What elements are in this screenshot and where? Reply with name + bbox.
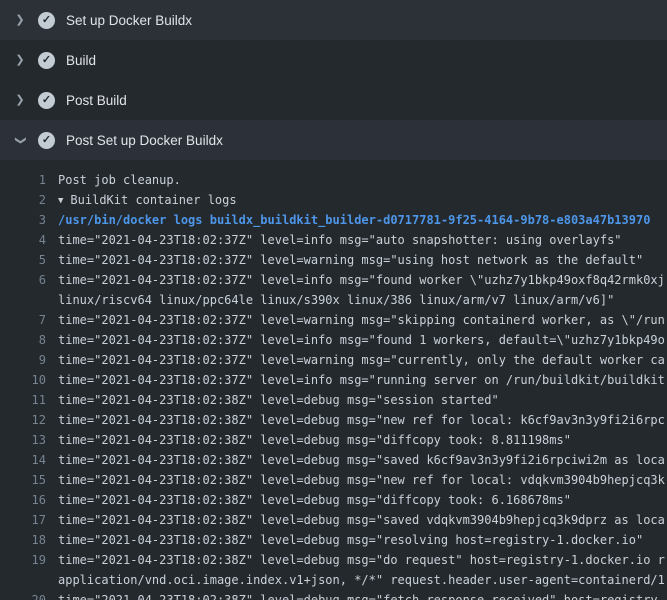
log-text: time="2021-04-23T18:02:38Z" level=debug … bbox=[58, 430, 667, 450]
line-number bbox=[0, 290, 58, 310]
line-number[interactable]: 8 bbox=[0, 330, 58, 350]
log-group-label: BuildKit container logs bbox=[70, 193, 236, 207]
log-text: time="2021-04-23T18:02:37Z" level=info m… bbox=[58, 270, 667, 290]
line-number[interactable]: 4 bbox=[0, 230, 58, 250]
log-text: time="2021-04-23T18:02:37Z" level=warnin… bbox=[58, 310, 667, 330]
success-check-circle-icon: ✓ bbox=[38, 92, 55, 109]
steps-list: ❯ ✓ Set up Docker Buildx ❯ ✓ Build ❯ ✓ Post Buil… bbox=[0, 0, 667, 160]
log-text: time="2021-04-23T18:02:37Z" level=info m… bbox=[58, 330, 667, 350]
line-number[interactable]: 17 bbox=[0, 510, 58, 530]
log-command-text: /usr/bin/docker logs buildx_buildkit_bui… bbox=[58, 210, 667, 230]
log-line: 3/usr/bin/docker logs buildx_buildkit_bu… bbox=[0, 210, 667, 230]
log-text: time="2021-04-23T18:02:38Z" level=debug … bbox=[58, 510, 667, 530]
line-number[interactable]: 16 bbox=[0, 490, 58, 510]
log-line: 2▼ BuildKit container logs bbox=[0, 190, 667, 210]
log-line: 1Post job cleanup. bbox=[0, 170, 667, 190]
log-line: 14time="2021-04-23T18:02:38Z" level=debu… bbox=[0, 450, 667, 470]
line-number[interactable]: 1 bbox=[0, 170, 58, 190]
log-text: time="2021-04-23T18:02:38Z" level=debug … bbox=[58, 390, 667, 410]
log-text: time="2021-04-23T18:02:37Z" level=info m… bbox=[58, 370, 667, 390]
chevron-right-icon: ❯ bbox=[13, 15, 27, 26]
log-text: time="2021-04-23T18:02:38Z" level=debug … bbox=[58, 490, 667, 510]
log-text: time="2021-04-23T18:02:38Z" level=debug … bbox=[58, 550, 667, 570]
line-number[interactable]: 11 bbox=[0, 390, 58, 410]
step-header-set-up-docker-buildx[interactable]: ❯ ✓ Set up Docker Buildx bbox=[0, 0, 667, 40]
line-number[interactable]: 12 bbox=[0, 410, 58, 430]
log-text: time="2021-04-23T18:02:38Z" level=debug … bbox=[58, 470, 667, 490]
line-number[interactable]: 20 bbox=[0, 590, 58, 600]
log-view: 1Post job cleanup.2▼ BuildKit container l… bbox=[0, 160, 667, 600]
log-line: 16time="2021-04-23T18:02:38Z" level=debu… bbox=[0, 490, 667, 510]
log-line: linux/riscv64 linux/ppc64le linux/s390x … bbox=[0, 290, 667, 310]
success-check-circle-icon: ✓ bbox=[38, 52, 55, 69]
log-line: 6time="2021-04-23T18:02:37Z" level=info … bbox=[0, 270, 667, 290]
log-text: time="2021-04-23T18:02:38Z" level=debug … bbox=[58, 590, 667, 600]
line-number[interactable]: 10 bbox=[0, 370, 58, 390]
log-line: 18time="2021-04-23T18:02:38Z" level=debu… bbox=[0, 530, 667, 550]
step-header-post-build[interactable]: ❯ ✓ Post Build bbox=[0, 80, 667, 120]
log-line: 12time="2021-04-23T18:02:38Z" level=debu… bbox=[0, 410, 667, 430]
line-number[interactable]: 18 bbox=[0, 530, 58, 550]
log-line: 17time="2021-04-23T18:02:38Z" level=debu… bbox=[0, 510, 667, 530]
line-number[interactable]: 19 bbox=[0, 550, 58, 570]
log-line: 13time="2021-04-23T18:02:38Z" level=debu… bbox=[0, 430, 667, 450]
step-label: Post Set up Docker Buildx bbox=[66, 133, 223, 148]
chevron-right-icon: ❯ bbox=[13, 55, 27, 66]
log-line: 9time="2021-04-23T18:02:37Z" level=warni… bbox=[0, 350, 667, 370]
line-number[interactable]: 9 bbox=[0, 350, 58, 370]
log-text: linux/riscv64 linux/ppc64le linux/s390x … bbox=[58, 290, 667, 310]
log-group-toggle[interactable]: ▼ BuildKit container logs bbox=[58, 190, 667, 210]
step-header-build[interactable]: ❯ ✓ Build bbox=[0, 40, 667, 80]
line-number[interactable]: 6 bbox=[0, 270, 58, 290]
log-text: time="2021-04-23T18:02:37Z" level=warnin… bbox=[58, 350, 667, 370]
log-text: time="2021-04-23T18:02:38Z" level=debug … bbox=[58, 530, 667, 550]
log-text: time="2021-04-23T18:02:37Z" level=warnin… bbox=[58, 250, 667, 270]
log-line: 4time="2021-04-23T18:02:37Z" level=info … bbox=[0, 230, 667, 250]
log-line: 10time="2021-04-23T18:02:37Z" level=info… bbox=[0, 370, 667, 390]
log-line: 5time="2021-04-23T18:02:37Z" level=warni… bbox=[0, 250, 667, 270]
step-header-post-set-up-docker-buildx[interactable]: ❯ ✓ Post Set up Docker Buildx bbox=[0, 120, 667, 160]
line-number[interactable]: 15 bbox=[0, 470, 58, 490]
log-line: 15time="2021-04-23T18:02:38Z" level=debu… bbox=[0, 470, 667, 490]
log-text: application/vnd.oci.image.index.v1+json,… bbox=[58, 570, 667, 590]
line-number[interactable]: 3 bbox=[0, 210, 58, 230]
log-text: time="2021-04-23T18:02:38Z" level=debug … bbox=[58, 410, 667, 430]
chevron-right-icon: ❯ bbox=[13, 95, 27, 106]
group-caret-down-icon: ▼ bbox=[58, 191, 63, 210]
step-label: Set up Docker Buildx bbox=[66, 13, 192, 28]
step-label: Post Build bbox=[66, 93, 127, 108]
log-text: Post job cleanup. bbox=[58, 170, 667, 190]
log-line: 20time="2021-04-23T18:02:38Z" level=debu… bbox=[0, 590, 667, 600]
line-number[interactable]: 14 bbox=[0, 450, 58, 470]
line-number[interactable]: 2 bbox=[0, 190, 58, 210]
success-check-circle-icon: ✓ bbox=[38, 12, 55, 29]
line-number[interactable]: 7 bbox=[0, 310, 58, 330]
line-number bbox=[0, 570, 58, 590]
line-number[interactable]: 13 bbox=[0, 430, 58, 450]
line-number[interactable]: 5 bbox=[0, 250, 58, 270]
log-line: 19time="2021-04-23T18:02:38Z" level=debu… bbox=[0, 550, 667, 570]
log-line: 8time="2021-04-23T18:02:37Z" level=info … bbox=[0, 330, 667, 350]
log-text: time="2021-04-23T18:02:37Z" level=info m… bbox=[58, 230, 667, 250]
step-label: Build bbox=[66, 53, 96, 68]
success-check-circle-icon: ✓ bbox=[38, 132, 55, 149]
chevron-down-icon: ❯ bbox=[15, 133, 26, 147]
log-line: 11time="2021-04-23T18:02:38Z" level=debu… bbox=[0, 390, 667, 410]
log-text: time="2021-04-23T18:02:38Z" level=debug … bbox=[58, 450, 667, 470]
log-line: application/vnd.oci.image.index.v1+json,… bbox=[0, 570, 667, 590]
log-line: 7time="2021-04-23T18:02:37Z" level=warni… bbox=[0, 310, 667, 330]
